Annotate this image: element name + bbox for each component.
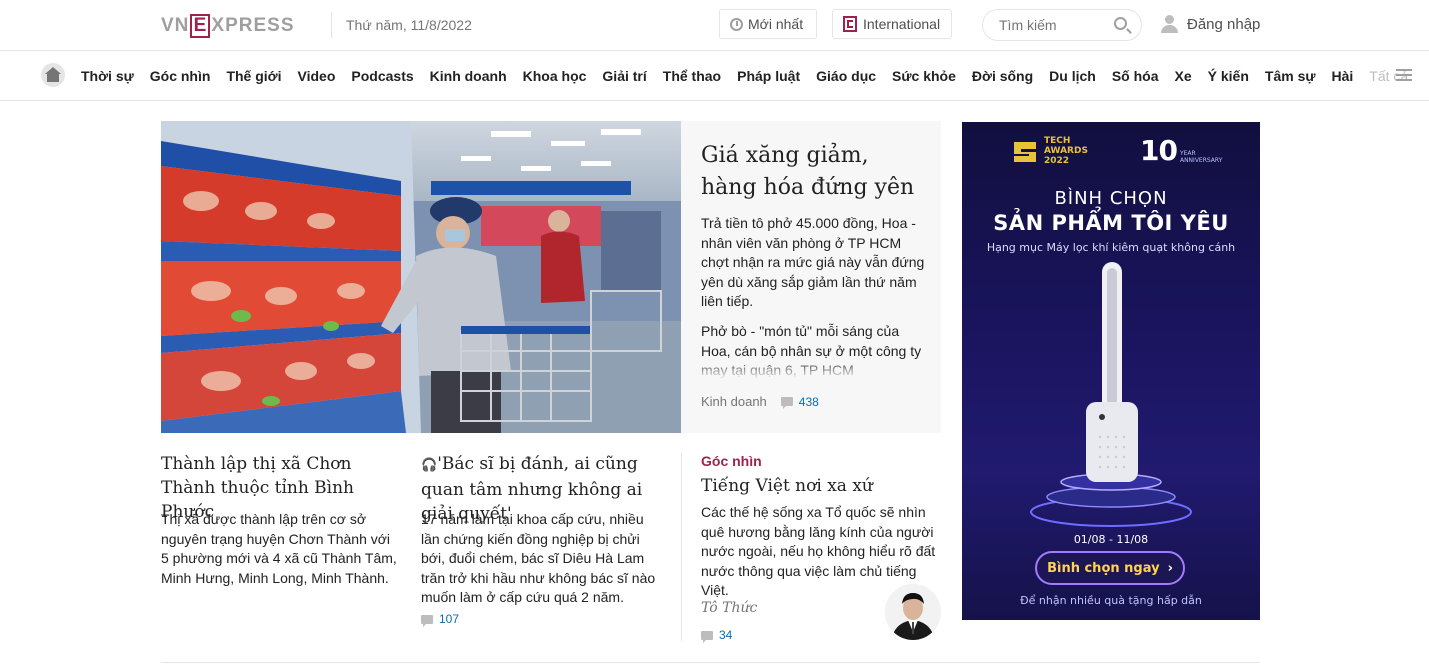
login-button[interactable]: Đăng nhập: [1160, 15, 1260, 33]
comment-count-tieng-viet[interactable]: 34: [719, 628, 732, 642]
nav-item-y-kien[interactable]: Ý kiến: [1208, 68, 1249, 84]
divider: [331, 12, 332, 38]
vote-now-label: Bình chọn ngay: [1047, 560, 1160, 576]
anniversary-number: 10: [1140, 134, 1178, 167]
nav-item-thoi-su[interactable]: Thời sự: [81, 68, 134, 84]
vnexpress-logo[interactable]: VN E XPRESS: [161, 13, 295, 39]
nav-item-du-lich[interactable]: Du lịch: [1049, 68, 1096, 84]
nav-item-kinh-doanh[interactable]: Kinh doanh: [430, 68, 507, 84]
anniversary-logo: 10 YEAR ANNIVERSARY: [1140, 134, 1223, 167]
ad-heading-2: SẢN PHẨM TÔI YÊU: [993, 211, 1229, 235]
author-avatar[interactable]: [885, 584, 941, 640]
featured-article-image[interactable]: [161, 121, 681, 433]
home-icon[interactable]: [41, 63, 65, 87]
login-label: Đăng nhập: [1187, 15, 1261, 33]
article-title-tieng-viet[interactable]: Tiếng Việt nơi xa xứ: [701, 474, 941, 498]
featured-article-category[interactable]: Kinh doanh: [701, 394, 767, 409]
nav-item-video[interactable]: Video: [298, 68, 336, 84]
tech-awards-advertisement[interactable]: TECH AWARDS 2022 10 YEAR ANNIVERSARY BÌN…: [962, 122, 1260, 620]
latest-news-label: Mới nhất: [748, 16, 804, 32]
featured-article-title[interactable]: Giá xăng giảm, hàng hóa đứng yên: [701, 140, 926, 204]
ad-dates: 01/08 - 11/08: [1073, 533, 1149, 546]
nav-item-khoa-hoc[interactable]: Khoa học: [523, 68, 587, 84]
nav-item-podcasts[interactable]: Podcasts: [351, 68, 413, 84]
search-input[interactable]: [997, 16, 1111, 34]
article-desc-chon-thanh: Thị xã được thành lập trên cơ sở nguyên …: [161, 511, 397, 586]
nav-item-phap-luat[interactable]: Pháp luật: [737, 68, 800, 84]
column-divider: [681, 453, 682, 641]
user-icon: [1160, 15, 1178, 33]
nav-item-tam-su[interactable]: Tâm sự: [1265, 68, 1316, 84]
article-meta-bac-si: 107: [421, 612, 459, 627]
category-nav: Thời sự Góc nhìn Thế giới Video Podcasts…: [0, 51, 1429, 101]
ad-heading-1: BÌNH CHỌN: [1054, 188, 1168, 209]
latest-news-button[interactable]: Mới nhất: [719, 9, 817, 39]
current-date: Thứ năm, 11/8/2022: [346, 17, 472, 33]
supermarket-photo: [161, 121, 681, 433]
article-desc-bac-si: 17 năm làm tại khoa cấp cứu, nhiều lần c…: [421, 511, 656, 605]
ad-footer-text: Để nhận nhiều quà tặng hấp dẫn: [1020, 594, 1202, 607]
nav-item-giao-duc[interactable]: Giáo dục: [816, 68, 876, 84]
nav-item-the-gioi[interactable]: Thế giới: [226, 68, 281, 84]
article-category-goc-nhin[interactable]: Góc nhìn: [701, 453, 762, 469]
comment-icon: [780, 397, 793, 409]
tech-awards-s-icon: [1014, 142, 1036, 162]
tech-awards-logo: TECH AWARDS 2022: [1010, 136, 1088, 166]
featured-article-description: Trả tiền tô phở 45.000 đồng, Hoa - nhân …: [701, 215, 925, 309]
international-button[interactable]: International: [832, 9, 952, 39]
clock-icon: [730, 17, 743, 31]
nav-item-suc-khoe[interactable]: Sức khỏe: [892, 68, 956, 84]
nav-item-giai-tri[interactable]: Giải trí: [602, 68, 646, 84]
top-header: VN E XPRESS Thứ năm, 11/8/2022 Mới nhất In…: [0, 0, 1429, 51]
hamburger-menu-icon[interactable]: [1396, 69, 1412, 81]
featured-article-excerpt: Phở bò - "món tủ" mỗi sáng của Hoa, cán …: [701, 322, 926, 380]
nav-item-doi-song[interactable]: Đời sống: [972, 68, 1033, 84]
article-meta-tieng-viet: 34: [701, 628, 732, 643]
comment-icon: [701, 630, 713, 643]
nav-item-hai[interactable]: Hài: [1332, 68, 1354, 84]
nav-item-goc-nhin[interactable]: Góc nhìn: [150, 68, 211, 84]
chevron-right-icon: ›: [1167, 560, 1173, 576]
search-box: [982, 9, 1142, 41]
nav-items: Thời sự Góc nhìn Thế giới Video Podcasts…: [81, 68, 1408, 84]
nav-item-the-thao[interactable]: Thể thao: [663, 68, 721, 84]
international-e-icon: [843, 16, 857, 32]
search-icon[interactable]: [1114, 17, 1127, 30]
section-divider: [161, 662, 1260, 663]
air-purifier-product-image: [1030, 262, 1192, 527]
international-label: International: [863, 16, 941, 32]
vote-now-button[interactable]: Bình chọn ngay ›: [1035, 551, 1185, 585]
article-author[interactable]: Tô Thức: [701, 600, 757, 616]
featured-comment-count[interactable]: 438: [799, 395, 819, 409]
comment-count-bac-si[interactable]: 107: [439, 612, 459, 626]
comment-icon: [421, 614, 433, 627]
nav-item-xe[interactable]: Xe: [1175, 68, 1192, 84]
featured-article-meta: Kinh doanh 438: [701, 394, 819, 409]
nav-item-so-hoa[interactable]: Số hóa: [1112, 68, 1159, 84]
headphone-icon: 🎧: [421, 458, 438, 473]
